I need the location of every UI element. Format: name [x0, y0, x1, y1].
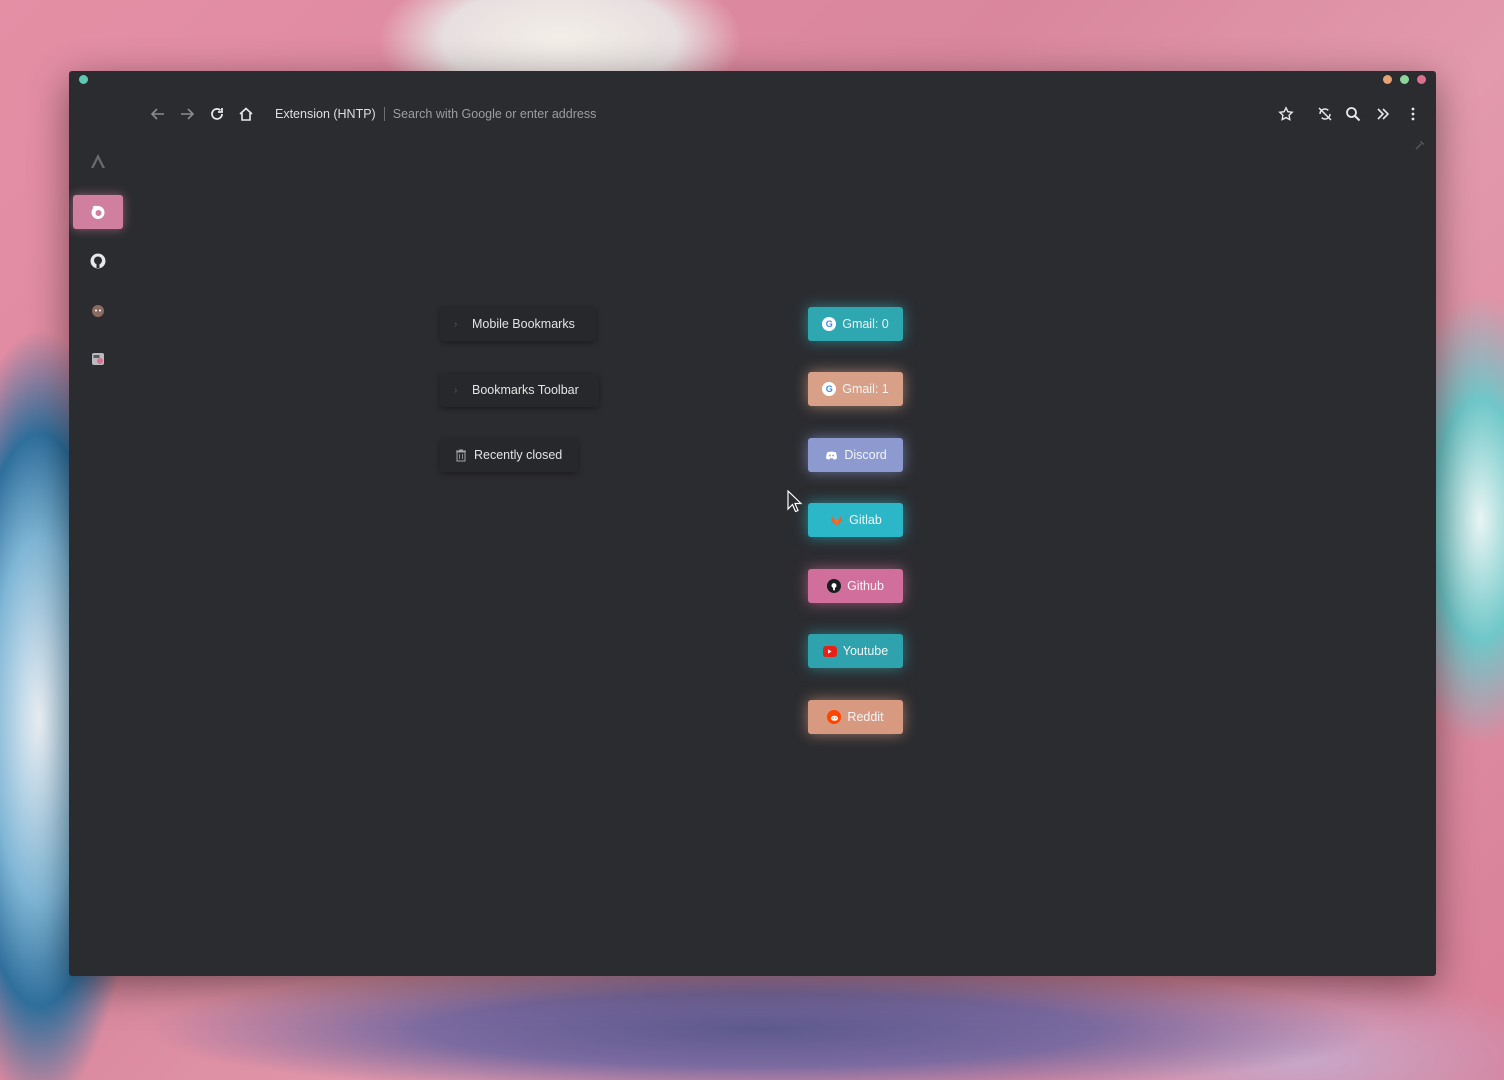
bookmark-gmail-1[interactable]: G Gmail: 1: [808, 372, 903, 406]
reddit-icon: [92, 305, 104, 317]
bookmark-youtube[interactable]: Youtube: [808, 634, 903, 668]
trash-icon: [456, 449, 466, 462]
minimize-button[interactable]: [1383, 75, 1392, 84]
search-button[interactable]: [1342, 103, 1364, 125]
title-bar[interactable]: [69, 71, 1436, 89]
url-separator: [383, 107, 385, 121]
maximize-button[interactable]: [1400, 75, 1409, 84]
chevron-right-icon: ›: [454, 318, 458, 330]
app-menu-button[interactable]: [1402, 103, 1424, 125]
bookmark-label: Github: [847, 579, 884, 593]
search-icon: [1346, 107, 1361, 122]
folder-recently-closed[interactable]: Recently closed: [440, 438, 578, 472]
bookmark-label: Reddit: [847, 710, 884, 724]
github-icon: [90, 253, 106, 269]
sidebar-arch-logo[interactable]: [73, 144, 123, 178]
bookmark-label: Gmail: 0: [842, 317, 889, 331]
overflow-menu-button[interactable]: [1372, 103, 1394, 125]
kebab-menu-icon: [1411, 107, 1415, 121]
home-button[interactable]: [235, 103, 257, 125]
bookmark-label: Gmail: 1: [842, 382, 889, 396]
folder-bookmarks-toolbar[interactable]: › Bookmarks Toolbar: [440, 373, 599, 407]
url-bar[interactable]: Extension (HNTP): [275, 103, 793, 125]
bookmark-label: Youtube: [842, 644, 889, 658]
youtube-icon: [822, 645, 837, 657]
discord-icon: [824, 448, 838, 462]
arch-logo-icon: [91, 154, 105, 168]
folder-mobile-bookmarks[interactable]: › Mobile Bookmarks: [440, 307, 596, 341]
address-input[interactable]: [392, 107, 793, 121]
arrow-left-icon: [150, 108, 164, 120]
window-indicator-dot: [79, 75, 88, 84]
bookmark-reddit[interactable]: Reddit: [808, 700, 903, 734]
url-identity-label[interactable]: Extension (HNTP): [275, 107, 376, 121]
browser-window: Extension (HNTP) ›: [69, 71, 1436, 976]
back-button[interactable]: [147, 103, 169, 125]
forward-button[interactable]: [176, 103, 198, 125]
sync-off-icon: [1318, 107, 1332, 121]
bookmark-gmail-0[interactable]: G Gmail: 0: [808, 307, 903, 341]
google-icon: G: [822, 317, 837, 331]
folder-label: Bookmarks Toolbar: [472, 383, 579, 397]
folder-label: Recently closed: [474, 448, 563, 462]
nav-toolbar: Extension (HNTP): [69, 97, 1436, 131]
reload-icon: [211, 108, 223, 120]
bookmark-label: Discord: [844, 448, 887, 462]
mouse-cursor-icon: [787, 490, 803, 513]
bookmark-gitlab[interactable]: Gitlab: [808, 503, 903, 537]
chevron-right-icon: ›: [454, 384, 458, 396]
sidebar-item-firefox[interactable]: [73, 195, 123, 229]
arrow-right-icon: [181, 108, 195, 120]
google-icon: G: [822, 382, 837, 396]
reddit-icon: [827, 710, 842, 724]
sidebar-item-reddit[interactable]: [73, 293, 123, 327]
sidebar-item-media[interactable]: [73, 342, 123, 376]
sync-off-button[interactable]: [1314, 103, 1336, 125]
folder-label: Mobile Bookmarks: [472, 317, 575, 331]
home-icon: [239, 107, 253, 121]
double-chevron-right-icon: [1377, 108, 1390, 120]
star-icon: [1278, 106, 1294, 121]
firefox-icon: [91, 205, 105, 219]
bookmark-star-button[interactable]: [1275, 103, 1297, 125]
picture-icon: [92, 353, 104, 365]
github-icon: [827, 579, 842, 593]
sidebar-item-github[interactable]: [73, 244, 123, 278]
gitlab-icon: [829, 513, 843, 527]
close-button[interactable]: [1417, 75, 1426, 84]
bookmark-label: Gitlab: [849, 513, 882, 527]
bookmark-discord[interactable]: Discord: [808, 438, 903, 472]
bookmark-github[interactable]: Github: [808, 569, 903, 603]
wrench-icon[interactable]: [1414, 139, 1426, 151]
reload-button[interactable]: [206, 103, 228, 125]
